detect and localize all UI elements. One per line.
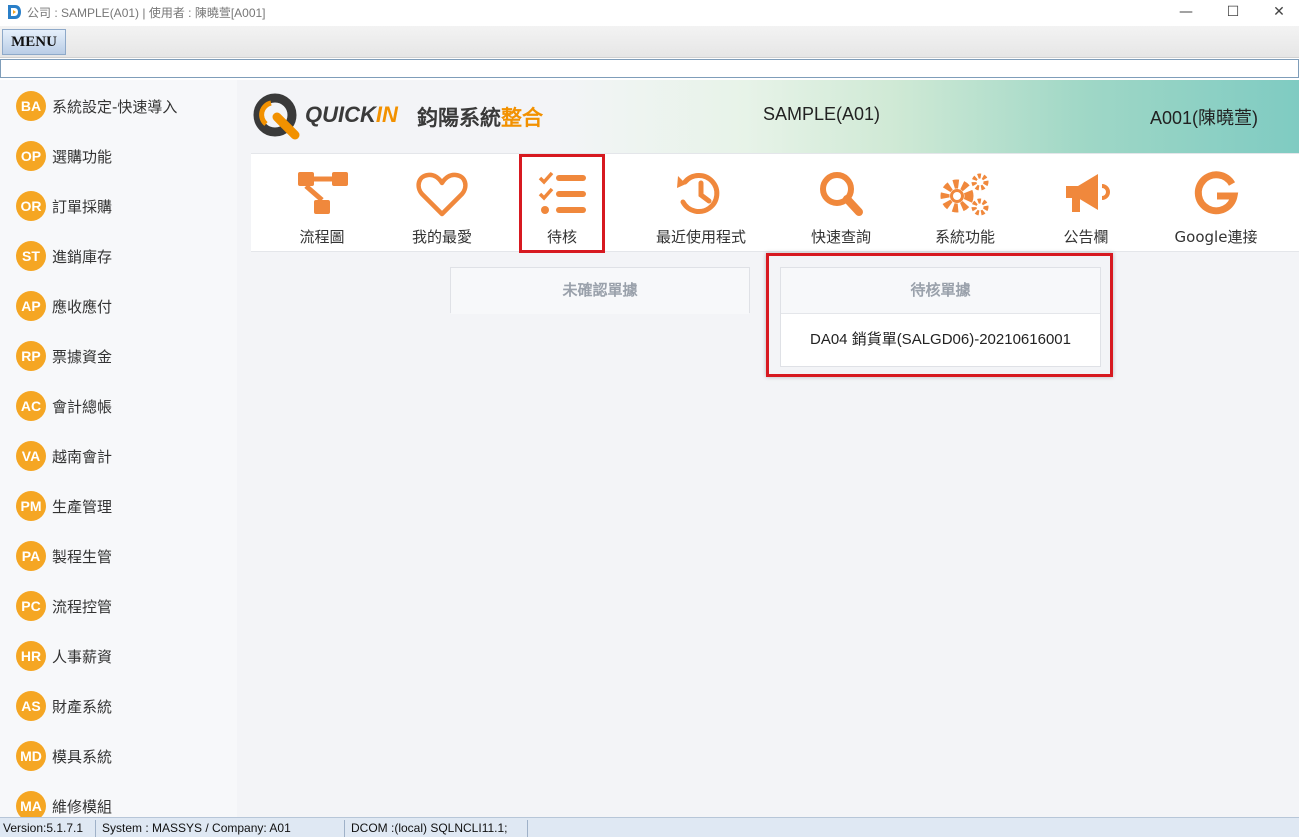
flowchart-icon bbox=[298, 172, 348, 214]
heart-icon bbox=[416, 172, 468, 217]
command-input[interactable] bbox=[0, 59, 1299, 78]
tool-label: 公告欄 bbox=[1063, 228, 1109, 246]
status-dcom: DCOM :(local) SQLNCLI11.1; bbox=[348, 820, 528, 837]
brand-quick: QUICK bbox=[305, 102, 376, 127]
sidebar-item-label: 票據資金 bbox=[52, 347, 113, 366]
tool-system-functions[interactable]: 系統功能 bbox=[915, 154, 1015, 253]
sidebar-item-label: 系統設定-快速導入 bbox=[52, 97, 178, 116]
tool-pending-approval[interactable]: 待核 bbox=[519, 154, 605, 253]
sidebar-item-ac[interactable]: AC 會計總帳 bbox=[16, 390, 112, 422]
sidebar-item-ba[interactable]: BA 系統設定-快速導入 bbox=[16, 90, 177, 122]
brand-in: IN bbox=[375, 102, 398, 127]
sidebar-item-ap[interactable]: AP 應收應付 bbox=[16, 290, 112, 322]
sidebar-item-label: 製程生管 bbox=[52, 547, 113, 566]
module-badge: AP bbox=[16, 291, 46, 321]
tool-label: Google連接 bbox=[1174, 228, 1258, 246]
status-version: Version:5.1.7.1 bbox=[0, 820, 96, 837]
checklist-icon bbox=[538, 171, 586, 214]
gears-icon bbox=[940, 173, 989, 216]
history-icon bbox=[677, 173, 720, 214]
sidebar-item-pa[interactable]: PA 製程生管 bbox=[16, 540, 112, 572]
tool-quick-search[interactable]: 快速查詢 bbox=[791, 154, 891, 253]
search-icon bbox=[820, 172, 863, 216]
panel-title: 未確認單據 bbox=[451, 268, 749, 314]
user-label: A001(陳曉萱) bbox=[1149, 108, 1258, 128]
sidebar-item-label: 生產管理 bbox=[52, 497, 113, 516]
module-badge: OP bbox=[16, 141, 46, 171]
tool-label: 待核 bbox=[546, 228, 577, 246]
maximize-button[interactable]: ☐ bbox=[1210, 0, 1256, 26]
tool-label: 快速查詢 bbox=[810, 228, 871, 246]
quickin-logo-icon bbox=[253, 93, 300, 140]
brand-chinese: 鈞陽系統整合 bbox=[417, 102, 543, 132]
sidebar-item-label: 人事薪資 bbox=[52, 647, 113, 666]
sidebar-item-label: 會計總帳 bbox=[52, 397, 113, 416]
megaphone-icon bbox=[1066, 174, 1110, 212]
menu-button[interactable]: MENU bbox=[2, 29, 66, 55]
sidebar-item-or[interactable]: OR 訂單採購 bbox=[16, 190, 112, 222]
menu-bar: MENU bbox=[0, 26, 1299, 58]
sidebar-item-hr[interactable]: HR 人事薪資 bbox=[16, 640, 112, 672]
sidebar-item-md[interactable]: MD 模具系統 bbox=[16, 740, 112, 772]
module-badge: RP bbox=[16, 341, 46, 371]
module-badge: ST bbox=[16, 241, 46, 271]
app-logo-icon bbox=[8, 5, 21, 19]
close-button[interactable]: ✕ bbox=[1256, 0, 1299, 26]
brand-cn-highlight: 整合 bbox=[501, 106, 543, 130]
module-badge: AS bbox=[16, 691, 46, 721]
sidebar-item-label: 選購功能 bbox=[52, 147, 113, 166]
highlight-box bbox=[766, 253, 1113, 377]
status-system: System : MASSYS / Company: A01 bbox=[99, 820, 345, 837]
module-badge: PC bbox=[16, 591, 46, 621]
tool-google[interactable]: Google連接 bbox=[1161, 154, 1271, 253]
sidebar-item-op[interactable]: OP 選購功能 bbox=[16, 140, 112, 172]
status-empty bbox=[531, 820, 1291, 837]
company-label: SAMPLE(A01) bbox=[763, 104, 881, 124]
title-bar: 公司 : SAMPLE(A01) | 使用者 : 陳曉萱[A001] — ☐ ✕ bbox=[0, 0, 1299, 26]
sidebar-item-label: 財產系統 bbox=[52, 697, 113, 716]
tool-label: 最近使用程式 bbox=[655, 228, 746, 246]
minimize-button[interactable]: — bbox=[1163, 0, 1209, 26]
sidebar-item-label: 維修模組 bbox=[52, 797, 113, 816]
sidebar-item-label: 訂單採購 bbox=[52, 197, 113, 216]
sidebar-item-label: 越南會計 bbox=[52, 447, 113, 466]
sidebar-item-pc[interactable]: PC 流程控管 bbox=[16, 590, 112, 622]
tool-bulletin[interactable]: 公告欄 bbox=[1036, 154, 1136, 253]
unconfirmed-panel: 未確認單據 bbox=[450, 267, 750, 314]
sidebar-item-label: 進銷庫存 bbox=[52, 247, 113, 266]
module-badge: MA bbox=[16, 791, 46, 817]
module-badge: MD bbox=[16, 741, 46, 771]
brand-name: QUICKIN bbox=[305, 102, 398, 128]
sidebar-item-st[interactable]: ST 進銷庫存 bbox=[16, 240, 112, 272]
module-badge: PA bbox=[16, 541, 46, 571]
module-badge: AC bbox=[16, 391, 46, 421]
tool-label: 系統功能 bbox=[934, 228, 995, 246]
module-badge: BA bbox=[16, 91, 46, 121]
tool-favorites[interactable]: 我的最愛 bbox=[391, 154, 493, 253]
status-bar: Version:5.1.7.1 System : MASSYS / Compan… bbox=[0, 817, 1299, 837]
sidebar-item-va[interactable]: VA 越南會計 bbox=[16, 440, 112, 472]
tool-recent-programs[interactable]: 最近使用程式 bbox=[641, 154, 761, 253]
sidebar-item-rp[interactable]: RP 票據資金 bbox=[16, 340, 112, 372]
module-badge: VA bbox=[16, 441, 46, 471]
sidebar-item-label: 模具系統 bbox=[52, 747, 113, 766]
google-icon bbox=[1194, 171, 1239, 215]
quick-toolbar: 流程圖 我的最愛 待核 最近使用程式 快速查詢 系統功能 公告欄 Google連… bbox=[251, 153, 1299, 253]
sidebar-item-label: 流程控管 bbox=[52, 597, 113, 616]
module-badge: OR bbox=[16, 191, 46, 221]
tool-label: 我的最愛 bbox=[411, 228, 472, 246]
sidebar-item-as[interactable]: AS 財產系統 bbox=[16, 690, 112, 722]
main-area: QUICKIN 鈞陽系統整合 SAMPLE(A01) A001(陳曉萱) 流程圖… bbox=[237, 80, 1299, 817]
header-banner: QUICKIN 鈞陽系統整合 SAMPLE(A01) A001(陳曉萱) bbox=[237, 80, 1299, 153]
window-title: 公司 : SAMPLE(A01) | 使用者 : 陳曉萱[A001] bbox=[27, 6, 266, 20]
sidebar: BA 系統設定-快速導入 OP 選購功能 OR 訂單採購 ST 進銷庫存 AP … bbox=[0, 80, 237, 817]
sidebar-item-pm[interactable]: PM 生產管理 bbox=[16, 490, 112, 522]
brand-cn-text: 鈞陽系統 bbox=[417, 106, 501, 130]
tool-flowchart[interactable]: 流程圖 bbox=[271, 154, 373, 253]
sidebar-item-label: 應收應付 bbox=[52, 297, 113, 316]
tool-label: 流程圖 bbox=[299, 228, 345, 246]
sidebar-item-ma[interactable]: MA 維修模組 bbox=[16, 790, 112, 817]
module-badge: HR bbox=[16, 641, 46, 671]
module-badge: PM bbox=[16, 491, 46, 521]
